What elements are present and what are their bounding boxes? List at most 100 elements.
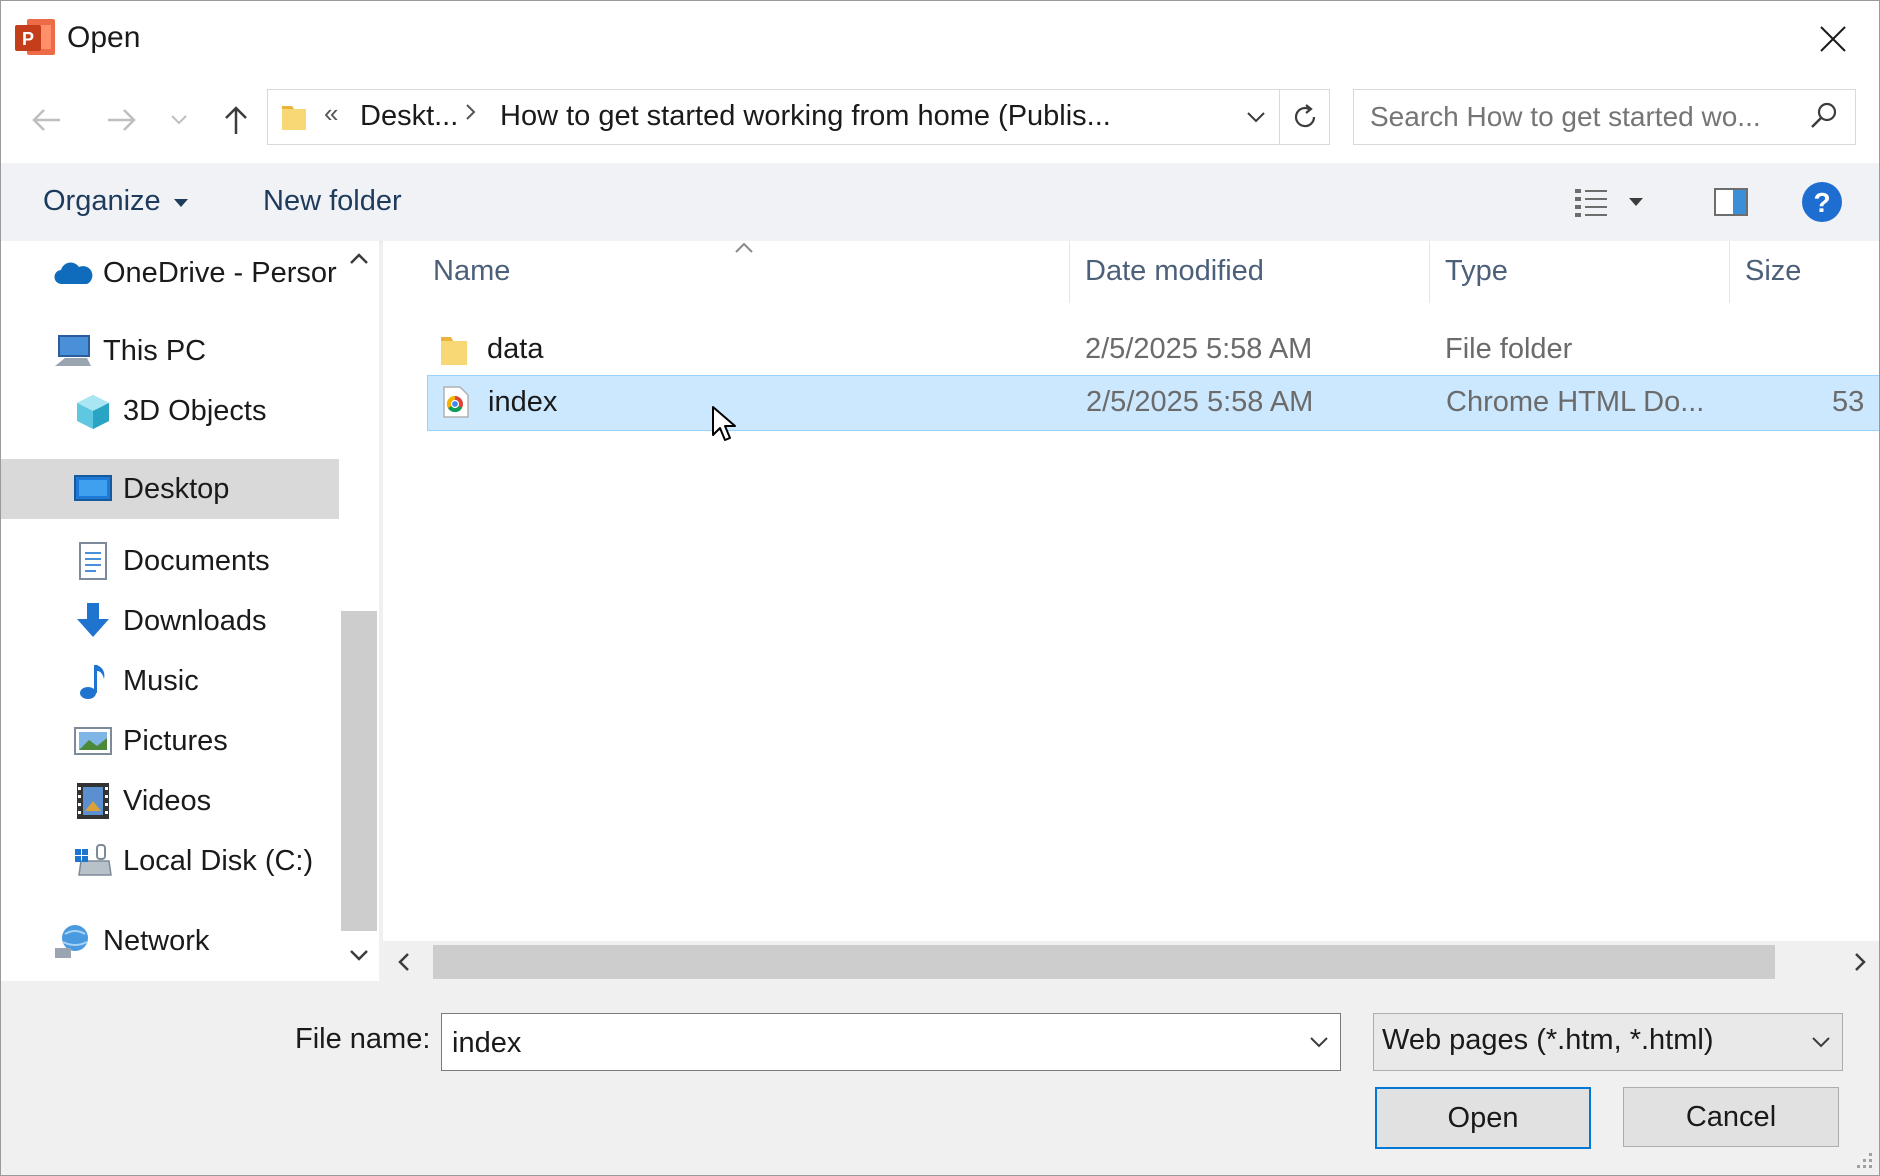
help-button[interactable]: ?: [1799, 179, 1845, 225]
mouse-cursor-icon: [711, 405, 737, 448]
file-type-value: Web pages (*.htm, *.html): [1382, 1024, 1714, 1056]
column-divider[interactable]: [1729, 241, 1730, 303]
help-icon: ?: [1802, 182, 1842, 222]
sidebar-item-videos[interactable]: Videos: [73, 773, 211, 829]
sidebar-item-music[interactable]: Music: [73, 653, 199, 709]
sidebar-item-desktop[interactable]: Desktop: [73, 461, 229, 517]
scrollbar-thumb[interactable]: [341, 611, 377, 931]
sidebar-item-label: Pictures: [123, 724, 228, 757]
sidebar-item-label: Desktop: [123, 472, 230, 505]
file-list: Name Date modified Type Size data 2/5/20…: [383, 241, 1879, 981]
column-header-size[interactable]: Size: [1745, 255, 1801, 288]
sidebar-item-label: Local Disk (C:): [123, 844, 314, 877]
cancel-button[interactable]: Cancel: [1623, 1087, 1839, 1147]
file-list-horizontal-scrollbar[interactable]: [383, 941, 1879, 981]
navigation-pane: OneDrive - Persor This PC 3D Objects Des…: [1, 241, 379, 981]
svg-text:P: P: [22, 29, 34, 49]
file-row-index[interactable]: index 2/5/2025 5:58 AM Chrome HTML Do...…: [427, 375, 1879, 431]
title-bar: P Open: [1, 1, 1879, 77]
column-header-name[interactable]: Name: [433, 255, 510, 288]
music-icon: [73, 661, 113, 701]
chrome-html-icon: [440, 386, 470, 423]
sidebar-item-local-disk[interactable]: Local Disk (C:): [73, 833, 313, 889]
column-header-type[interactable]: Type: [1445, 255, 1508, 288]
desktop-icon: [73, 469, 113, 509]
sidebar-item-this-pc[interactable]: This PC: [53, 323, 206, 379]
caret-down-icon: [1629, 198, 1643, 206]
command-bar: Organize New folder ?: [1, 163, 1879, 242]
open-dialog: P Open « Deskt... How to get started wor…: [0, 0, 1880, 1176]
network-icon: [53, 921, 93, 961]
chevron-down-icon: [1812, 1037, 1830, 1048]
search-icon[interactable]: [1808, 100, 1840, 137]
organize-button[interactable]: Organize: [43, 185, 161, 218]
column-divider[interactable]: [1429, 241, 1430, 303]
file-type-select[interactable]: Web pages (*.htm, *.html): [1373, 1013, 1843, 1071]
onedrive-icon: [53, 253, 93, 293]
forward-button[interactable]: [99, 99, 145, 141]
navigation-bar: « Deskt... How to get started working fr…: [1, 77, 1879, 163]
svg-text:?: ?: [1813, 187, 1830, 218]
column-divider[interactable]: [1069, 241, 1070, 303]
documents-icon: [73, 541, 113, 581]
sidebar-item-network[interactable]: Network: [53, 913, 209, 969]
local-disk-icon: [73, 841, 113, 881]
file-size: 53: [1832, 386, 1865, 418]
scroll-down-icon[interactable]: [347, 947, 371, 970]
powerpoint-icon: P: [15, 17, 57, 57]
column-header-date-modified[interactable]: Date modified: [1085, 255, 1264, 288]
file-name-combobox[interactable]: [441, 1013, 1341, 1071]
address-overflow-chevron[interactable]: «: [324, 98, 338, 129]
chevron-down-icon: [1310, 1037, 1328, 1048]
file-name-dropdown-button[interactable]: [1300, 1022, 1338, 1062]
open-button[interactable]: Open: [1375, 1087, 1591, 1149]
sidebar-item-label: 3D Objects: [123, 394, 267, 427]
breadcrumb-desktop[interactable]: Deskt...: [360, 100, 458, 133]
up-button[interactable]: [213, 99, 259, 141]
file-type-dropdown-button[interactable]: [1802, 1022, 1840, 1062]
sidebar-item-label: This PC: [103, 334, 207, 367]
close-button[interactable]: [1801, 15, 1865, 63]
address-dropdown-button[interactable]: [1236, 98, 1276, 136]
refresh-button[interactable]: [1279, 90, 1330, 144]
breadcrumb-separator-icon[interactable]: [464, 98, 478, 130]
resize-grip-icon[interactable]: [1851, 1147, 1875, 1175]
scroll-up-icon[interactable]: [347, 249, 371, 272]
sidebar-item-documents[interactable]: Documents: [73, 533, 270, 589]
new-folder-button[interactable]: New folder: [263, 185, 402, 218]
file-name-input[interactable]: [450, 1024, 1274, 1062]
sidebar-item-label: Downloads: [123, 604, 267, 637]
navigation-pane-scrollbar[interactable]: [339, 241, 379, 981]
file-row-data[interactable]: data 2/5/2025 5:58 AM File folder: [427, 323, 1879, 377]
sidebar-item-pictures[interactable]: Pictures: [73, 713, 228, 769]
caret-down-icon[interactable]: [173, 195, 189, 213]
breadcrumb-current-folder[interactable]: How to get started working from home (Pu…: [500, 100, 1111, 133]
preview-pane-icon: [1714, 188, 1748, 216]
up-arrow-icon: [225, 106, 247, 134]
file-name-label: File name:: [295, 1023, 431, 1055]
change-view-button[interactable]: [1571, 181, 1661, 223]
refresh-icon: [1294, 104, 1316, 128]
scrollbar-thumb[interactable]: [433, 945, 1775, 979]
close-icon: [1820, 26, 1846, 52]
sidebar-item-label: Videos: [123, 784, 212, 817]
address-bar[interactable]: « Deskt... How to get started working fr…: [267, 89, 1330, 145]
window-title: Open: [67, 21, 141, 54]
chevron-down-icon: [171, 115, 187, 125]
sidebar-item-downloads[interactable]: Downloads: [73, 593, 266, 649]
sidebar-item-3d-objects[interactable]: 3D Objects: [73, 383, 266, 439]
file-name: data: [487, 333, 544, 365]
file-date: 2/5/2025 5:58 AM: [1086, 386, 1314, 418]
forward-arrow-icon: [108, 109, 136, 131]
sidebar-item-label: OneDrive - Persor: [103, 256, 337, 289]
file-name: index: [488, 386, 558, 418]
sidebar-item-onedrive[interactable]: OneDrive - Persor: [53, 245, 337, 301]
scroll-right-icon[interactable]: [1851, 951, 1869, 978]
back-button[interactable]: [23, 99, 69, 141]
search-box[interactable]: [1353, 89, 1856, 145]
scroll-left-icon[interactable]: [395, 951, 413, 978]
recent-locations-button[interactable]: [161, 99, 197, 141]
preview-pane-button[interactable]: [1707, 181, 1755, 223]
computer-icon: [53, 331, 93, 371]
search-input[interactable]: [1368, 99, 1792, 135]
